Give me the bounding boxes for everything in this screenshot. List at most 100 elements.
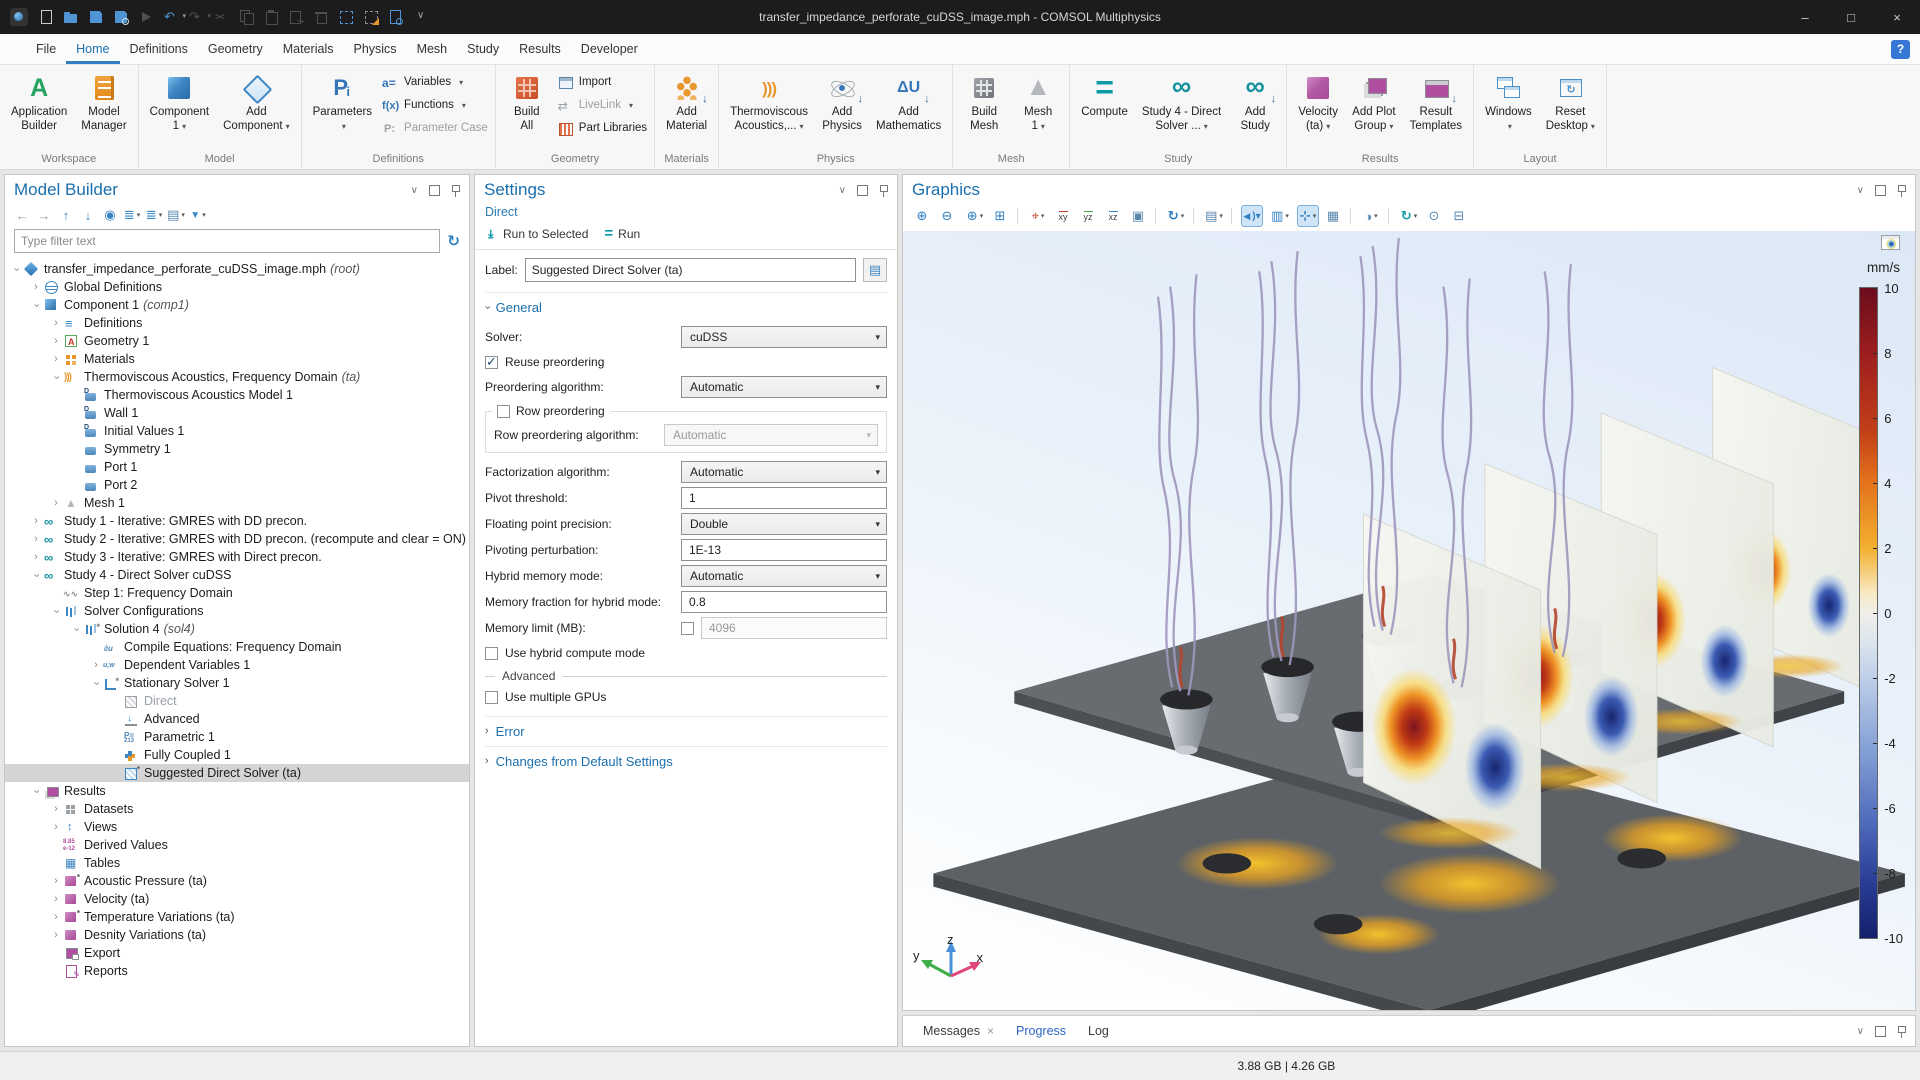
ribbon-button[interactable]: Add Component — [217, 67, 295, 145]
ribbon-small-button[interactable]: LiveLink — [557, 96, 647, 114]
model-tree-nodes-icon[interactable] — [167, 205, 185, 225]
tree-item[interactable]: Direct — [5, 692, 469, 710]
section-general[interactable]: General — [485, 292, 887, 322]
tree-expander-icon[interactable] — [49, 372, 63, 383]
panel-maximize-icon[interactable] — [857, 185, 868, 196]
graphics-toolbar-button[interactable] — [1155, 208, 1156, 224]
tree-expander-icon[interactable] — [29, 534, 43, 545]
zoom-in-icon[interactable] — [911, 205, 933, 227]
factorization-algorithm-select[interactable]: Automatic — [681, 461, 887, 483]
tree-item[interactable]: Acoustic Pressure (ta) — [5, 872, 469, 890]
tree-item[interactable]: Thermoviscous Acoustics Model 1 — [5, 386, 469, 404]
graphics-canvas[interactable]: mm/s 1086420-2-4-6-8-10 — [903, 231, 1915, 1010]
messages-tab[interactable]: Log — [1077, 1016, 1120, 1046]
tree-item[interactable]: Fully Coupled 1 — [5, 746, 469, 764]
menu-tab[interactable]: Materials — [273, 34, 344, 64]
tree-item[interactable]: Suggested Direct Solver (ta) — [5, 764, 469, 782]
tree-expander-icon[interactable] — [49, 606, 63, 617]
snapshot-icon[interactable] — [1423, 205, 1445, 227]
ribbon-button[interactable]: Build Mesh — [958, 67, 1010, 145]
copy-icon[interactable] — [238, 9, 254, 25]
tree-item[interactable]: Views — [5, 818, 469, 836]
tree-item[interactable]: Export — [5, 944, 469, 962]
tree-expander-icon[interactable] — [49, 930, 63, 941]
tree-expander-icon[interactable] — [49, 498, 63, 509]
panel-pin-icon[interactable] — [1897, 1025, 1906, 1038]
label-edit-button[interactable] — [863, 258, 887, 282]
panel-menu-icon[interactable] — [1857, 185, 1864, 196]
ribbon-button[interactable]: Compute — [1075, 67, 1134, 145]
ribbon-small-button[interactable]: Variables — [382, 73, 488, 91]
solver-select[interactable]: cuDSS — [681, 326, 887, 348]
rotate-icon[interactable] — [1165, 205, 1187, 227]
filter-icon[interactable] — [189, 205, 207, 225]
triad-icon[interactable] — [1297, 205, 1319, 227]
collapse-all-icon[interactable] — [145, 205, 163, 225]
preordering-algorithm-select[interactable]: Automatic — [681, 376, 887, 398]
tree-item[interactable]: Global Definitions — [5, 278, 469, 296]
appearance-icon[interactable] — [1360, 205, 1382, 227]
tree-expander-icon[interactable] — [49, 876, 63, 887]
zoom-out-icon[interactable] — [936, 205, 958, 227]
memory-fraction-input[interactable]: 0.8 — [681, 591, 887, 613]
use-hybrid-compute-checkbox[interactable] — [485, 647, 498, 660]
tree-item[interactable]: Parametric 1 — [5, 728, 469, 746]
ribbon-button[interactable]: Build All — [501, 67, 553, 145]
menu-tab[interactable]: Definitions — [120, 34, 198, 64]
label-input[interactable]: Suggested Direct Solver (ta) — [525, 258, 856, 282]
tree-expander-icon[interactable] — [49, 318, 63, 329]
ribbon-button[interactable]: Velocity (ta) — [1292, 67, 1344, 145]
tree-expander-icon[interactable] — [49, 804, 63, 815]
grid-icon[interactable] — [1322, 205, 1344, 227]
tree-expander-icon[interactable] — [29, 282, 43, 293]
tree-item[interactable]: Stationary Solver 1 — [5, 674, 469, 692]
panel-menu-icon[interactable] — [1857, 1026, 1864, 1037]
move-down-icon[interactable] — [79, 205, 97, 225]
view-yz-icon[interactable] — [1077, 205, 1099, 227]
nav-back-icon[interactable] — [13, 205, 31, 225]
refresh-icon[interactable] — [447, 232, 460, 250]
tree-item[interactable]: Results — [5, 782, 469, 800]
close-icon[interactable]: × — [1874, 0, 1920, 34]
ribbon-button[interactable]: Parameters — [307, 67, 378, 145]
ribbon-small-button[interactable]: Import — [557, 73, 647, 91]
open-icon[interactable] — [63, 9, 79, 25]
menu-tab[interactable]: Mesh — [407, 34, 458, 64]
ribbon-button[interactable]: Study 4 - Direct Solver ... — [1136, 67, 1227, 145]
menu-tab[interactable]: File — [26, 34, 66, 64]
panel-menu-icon[interactable] — [411, 185, 418, 196]
ribbon-button[interactable]: Application Builder — [5, 67, 73, 145]
hybrid-memory-mode-select[interactable]: Automatic — [681, 565, 887, 587]
tree-item[interactable]: Temperature Variations (ta) — [5, 908, 469, 926]
overflow-chevron-icon[interactable] — [413, 9, 429, 25]
tree-expander-icon[interactable] — [49, 822, 63, 833]
tree-item[interactable]: transfer_impedance_perforate_cuDSS_image… — [5, 260, 469, 278]
tree-item[interactable]: Geometry 1 — [5, 332, 469, 350]
tree-item[interactable]: Reports — [5, 962, 469, 980]
tree-item[interactable]: Materials — [5, 350, 469, 368]
tree-expander-icon[interactable] — [29, 300, 43, 311]
graphics-toolbar-button[interactable] — [1231, 208, 1232, 224]
menu-tab[interactable]: Geometry — [198, 34, 273, 64]
memory-limit-checkbox[interactable] — [681, 622, 694, 635]
ribbon-button[interactable]: Model Manager — [75, 67, 132, 145]
ribbon-button[interactable]: Add Study — [1229, 67, 1281, 145]
tree-expander-icon[interactable] — [49, 912, 63, 923]
graphics-toolbar-button[interactable] — [1017, 208, 1018, 224]
menu-tab[interactable]: Results — [509, 34, 571, 64]
graphics-toolbar-button[interactable] — [1193, 208, 1194, 224]
section-changes-from-default[interactable]: Changes from Default Settings — [485, 746, 887, 776]
save-find-icon[interactable] — [113, 9, 129, 25]
tree-expander-icon[interactable] — [29, 570, 43, 581]
tree-item[interactable]: Component 1 (comp1) — [5, 296, 469, 314]
panel-pin-icon[interactable] — [1897, 184, 1906, 197]
paste-icon[interactable] — [263, 9, 279, 25]
reuse-preordering-checkbox[interactable] — [485, 356, 498, 369]
tree-item[interactable]: Compile Equations: Frequency Domain — [5, 638, 469, 656]
panel-pin-icon[interactable] — [879, 184, 888, 197]
graphics-toolbar-button[interactable] — [1350, 208, 1351, 224]
play-icon[interactable] — [138, 9, 154, 25]
tree-item[interactable]: Mesh 1 — [5, 494, 469, 512]
tree-expander-icon[interactable] — [89, 660, 103, 671]
transparency-icon[interactable] — [1269, 205, 1291, 227]
